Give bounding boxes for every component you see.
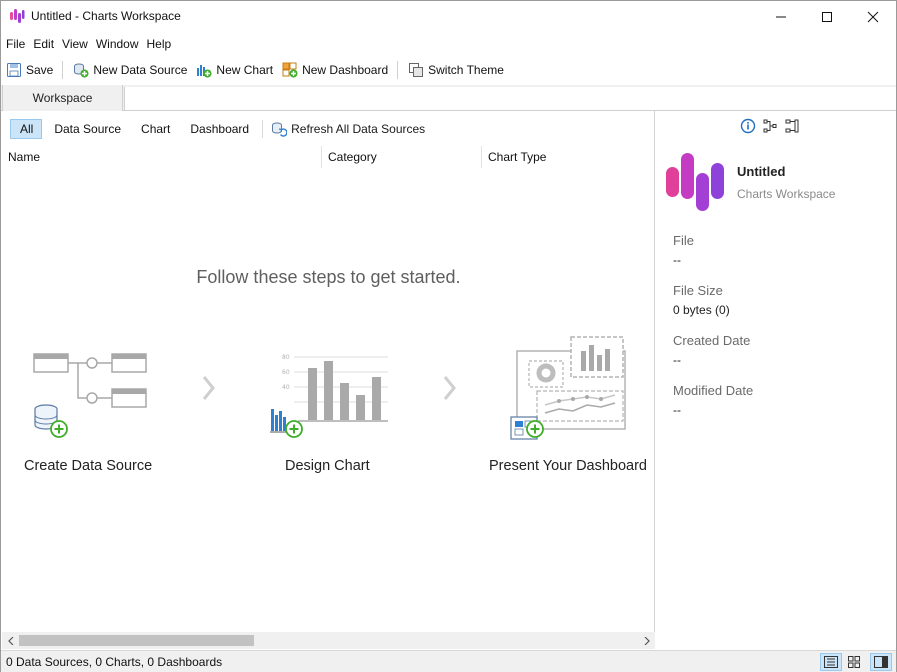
- new-data-source-icon: [74, 63, 89, 78]
- step-present-dashboard-label: Present Your Dashboard: [489, 458, 647, 474]
- info-icon: [740, 118, 756, 134]
- scroll-left-button[interactable]: [2, 632, 19, 649]
- dependencies-tab-button[interactable]: [759, 117, 781, 135]
- refresh-data-source-icon: [272, 122, 288, 137]
- save-button[interactable]: Save: [1, 59, 57, 81]
- status-text: 0 Data Sources, 0 Charts, 0 Dashboards: [6, 655, 223, 669]
- created-date-label: Created Date: [673, 333, 751, 348]
- scroll-right-icon: [644, 636, 650, 645]
- tab-strip-empty-area: [124, 87, 896, 110]
- refresh-all-data-sources-button[interactable]: Refresh All Data Sources: [267, 121, 429, 137]
- list-view-icon: [824, 656, 838, 668]
- filter-bar: All Data Source Chart Dashboard Refresh …: [2, 117, 429, 141]
- info-panel-toolbar: [737, 117, 803, 135]
- grid-view-icon: [848, 656, 860, 668]
- document-type: Charts Workspace: [737, 187, 836, 201]
- app-window: Untitled - Charts Workspace File Edit Vi…: [0, 0, 897, 672]
- minimize-icon: [776, 16, 786, 17]
- new-dashboard-label: New Dashboard: [302, 63, 389, 77]
- menu-edit[interactable]: Edit: [28, 34, 57, 54]
- panel-right-icon: [874, 656, 888, 668]
- list-view-button[interactable]: [820, 653, 842, 671]
- file-label: File: [673, 233, 694, 248]
- modified-date-label: Modified Date: [673, 383, 754, 398]
- info-tab-button[interactable]: [737, 117, 759, 135]
- svg-text:60: 60: [282, 369, 290, 376]
- svg-text:40: 40: [282, 384, 290, 391]
- menu-window[interactable]: Window: [91, 34, 142, 54]
- new-dashboard-button[interactable]: New Dashboard: [277, 59, 392, 81]
- chart-illustration-icon: 80 60 40: [270, 354, 388, 438]
- menu-bar: File Edit View Window Help: [1, 34, 174, 54]
- svg-text:80: 80: [282, 354, 290, 361]
- save-label: Save: [26, 63, 54, 77]
- filter-divider: [262, 120, 264, 138]
- horizontal-scrollbar[interactable]: [2, 632, 655, 649]
- status-bar: 0 Data Sources, 0 Charts, 0 Dashboards: [1, 650, 896, 672]
- new-chart-label: New Chart: [216, 63, 274, 77]
- table-header: Name Category Chart Type: [2, 146, 655, 168]
- dashboard-illustration-icon: [510, 336, 626, 440]
- created-date-value: --: [673, 353, 681, 367]
- outline-icon: [785, 119, 799, 133]
- new-data-source-button[interactable]: New Data Source: [68, 59, 191, 81]
- chevron-right-icon: [202, 376, 215, 400]
- switch-theme-icon: [409, 63, 424, 77]
- column-header-chart-type[interactable]: Chart Type: [482, 146, 655, 168]
- scroll-right-button[interactable]: [638, 632, 655, 649]
- save-icon: [7, 63, 21, 77]
- new-dashboard-icon: [282, 62, 298, 78]
- window-title: Untitled - Charts Workspace: [31, 9, 181, 23]
- filter-chart-button[interactable]: Chart: [132, 119, 178, 139]
- toolbar: Save New Data Source New Chart New Dashb…: [1, 58, 896, 82]
- step-design-chart-label: Design Chart: [285, 458, 370, 474]
- column-header-name[interactable]: Name: [2, 146, 322, 168]
- step-create-data-source-label: Create Data Source: [24, 458, 153, 474]
- scrollbar-thumb[interactable]: [19, 635, 254, 646]
- title-bar[interactable]: Untitled - Charts Workspace: [1, 1, 896, 32]
- chevron-right-icon: [443, 376, 456, 400]
- menu-file[interactable]: File: [1, 34, 28, 54]
- tab-workspace-label: Workspace: [32, 91, 93, 105]
- info-panel: Untitled Charts Workspace File -- File S…: [657, 111, 896, 649]
- file-value: --: [673, 253, 681, 267]
- document-tab-strip: Workspace: [1, 85, 896, 111]
- app-logo-icon: [10, 9, 25, 23]
- modified-date-value: --: [673, 403, 681, 417]
- file-size-value: 0 bytes (0): [673, 303, 730, 317]
- toolbar-divider: [62, 61, 64, 79]
- minimize-button[interactable]: [758, 1, 804, 32]
- maximize-button[interactable]: [804, 1, 850, 32]
- scroll-left-icon: [7, 636, 13, 645]
- column-header-category[interactable]: Category: [322, 146, 482, 168]
- new-data-source-label: New Data Source: [93, 63, 188, 77]
- toolbar-divider: [397, 61, 399, 79]
- new-chart-icon: [197, 65, 212, 78]
- getting-started-title: Follow these steps to get started.: [196, 267, 461, 287]
- switch-theme-button[interactable]: Switch Theme: [403, 59, 508, 81]
- new-chart-button[interactable]: New Chart: [191, 59, 277, 81]
- file-size-label: File Size: [673, 283, 723, 298]
- filter-dashboard-button[interactable]: Dashboard: [181, 119, 257, 139]
- document-name: Untitled: [737, 164, 786, 179]
- toggle-info-panel-button[interactable]: [870, 653, 892, 671]
- filter-all-button[interactable]: All: [10, 119, 43, 139]
- charts-workspace-logo-icon: [666, 153, 724, 211]
- hierarchy-icon: [763, 119, 777, 133]
- menu-help[interactable]: Help: [142, 34, 175, 54]
- menu-view[interactable]: View: [57, 34, 91, 54]
- close-icon: [867, 11, 879, 22]
- filter-data-source-button[interactable]: Data Source: [45, 119, 129, 139]
- refresh-label: Refresh All Data Sources: [291, 122, 426, 136]
- close-button[interactable]: [850, 1, 896, 32]
- tab-workspace[interactable]: Workspace: [2, 85, 123, 111]
- tile-view-button[interactable]: [843, 653, 865, 671]
- workspace-list-panel: All Data Source Chart Dashboard Refresh …: [2, 111, 655, 649]
- maximize-icon: [822, 11, 832, 22]
- switch-theme-label: Switch Theme: [428, 63, 504, 77]
- data-source-illustration-icon: [33, 353, 147, 438]
- outline-tab-button[interactable]: [781, 117, 803, 135]
